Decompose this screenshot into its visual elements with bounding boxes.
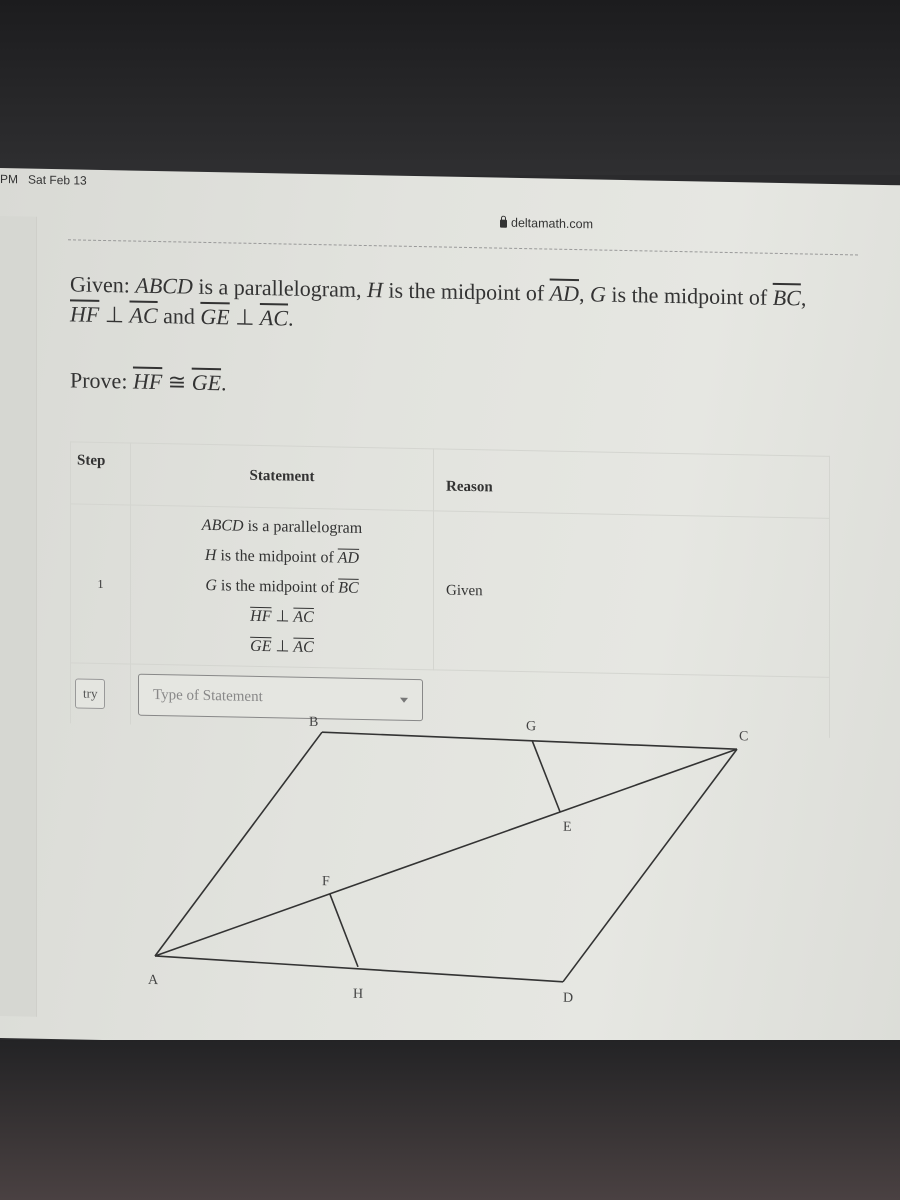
label-a: A — [148, 973, 159, 988]
label-h: H — [353, 987, 363, 1002]
device-bezel-bottom — [0, 1040, 900, 1200]
header-reason: Reason — [433, 448, 830, 519]
label-c: C — [739, 729, 748, 744]
segment-da — [154, 955, 564, 983]
given-text: Given: ABCD is a parallelogram, H is the… — [70, 271, 807, 331]
statement-line: GE ⊥ AC — [250, 637, 314, 657]
status-time: PM — [0, 172, 18, 187]
label-e: E — [563, 820, 572, 835]
status-date: Sat Feb 13 — [28, 172, 87, 188]
table-row: 1 ABCD is a parallelogram H is the midpo… — [70, 503, 830, 678]
status-bar: PM Sat Feb 13 — [0, 172, 87, 188]
label-f: F — [322, 874, 330, 889]
segment-ab — [154, 731, 323, 957]
statement-cell: ABCD is a parallelogram H is the midpoin… — [130, 505, 434, 670]
header-step: Step — [70, 441, 131, 506]
label-d: D — [563, 991, 573, 1006]
header-statement: Statement — [130, 443, 434, 511]
prove-text: Prove: HF ≅ GE. — [70, 367, 227, 396]
chevron-down-icon — [400, 697, 408, 703]
select-placeholder: Type of Statement — [153, 686, 263, 705]
device-bezel-top — [0, 0, 900, 175]
divider — [68, 239, 858, 256]
sidebar-edge — [0, 216, 37, 1017]
label-b: B — [309, 715, 318, 730]
reason-cell: Given — [433, 510, 830, 678]
try-cell: try — [70, 662, 131, 725]
segment-bc — [321, 731, 738, 750]
label-g: G — [526, 719, 536, 734]
parallelogram-diagram: A B C D E F G H — [148, 715, 748, 1006]
segment-ge — [531, 739, 561, 813]
try-button[interactable]: try — [75, 678, 106, 710]
segment-ac — [154, 748, 738, 957]
segment-cd — [562, 748, 738, 983]
page-content: Given: ABCD is a parallelogram, H is the… — [36, 217, 900, 1054]
segment-hf — [329, 894, 359, 968]
step-number: 1 — [70, 503, 131, 665]
proof-table: Step Statement Reason 1 ABCD is a parall… — [70, 441, 830, 738]
screen: PM Sat Feb 13 deltamath.com Given: ABCD … — [0, 168, 900, 1056]
